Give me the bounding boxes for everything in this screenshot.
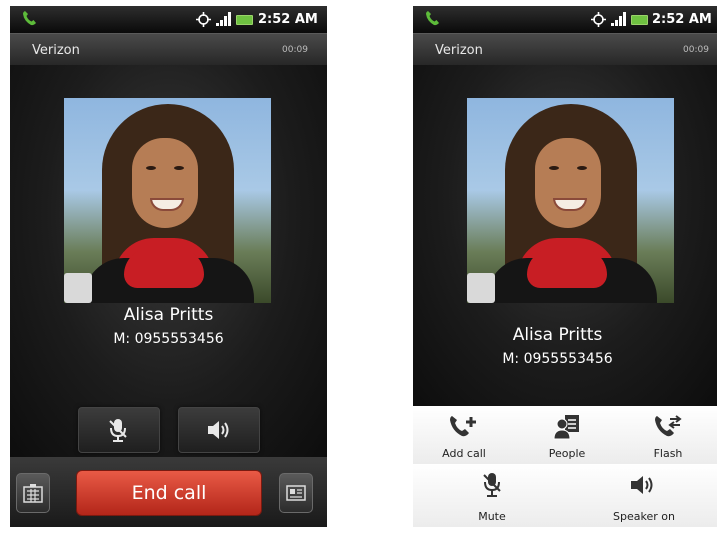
carrier-name: Verizon <box>435 43 483 58</box>
flash-icon <box>655 415 682 437</box>
speaker-icon <box>631 476 653 494</box>
contact-name: Alisa Pritts <box>123 305 214 325</box>
in-call-screen-right: 2:52 AM Verizon 00:09 Alisa Pritts M: 09… <box>413 6 717 527</box>
mute-option-button[interactable]: Mute <box>413 464 572 527</box>
people-icon <box>553 415 579 440</box>
status-bar: 2:52 AM <box>413 6 717 33</box>
speaker-label: Speaker on <box>613 510 675 523</box>
flash-button[interactable]: Flash <box>619 406 717 465</box>
call-info-area: Alisa Pritts M: 0955553456 <box>413 65 717 406</box>
people-label: People <box>548 447 586 460</box>
contact-card-button[interactable] <box>279 473 313 513</box>
people-button[interactable]: People <box>515 406 620 465</box>
carrier-bar: Verizon 00:09 <box>10 33 327 66</box>
contact-number: M: 0955553456 <box>502 351 613 367</box>
call-info-area: Alisa Pritts M: 0955553456 <box>10 65 327 457</box>
in-call-screen-left: 2:52 AM Verizon 00:09 Alisa Pritts M: 09… <box>10 6 327 527</box>
contact-card-icon <box>286 485 306 501</box>
status-bar: 2:52 AM <box>10 6 327 33</box>
speaker-icon <box>208 421 229 439</box>
carrier-name: Verizon <box>32 43 80 58</box>
call-duration: 00:09 <box>683 45 709 55</box>
contact-name: Alisa Pritts <box>512 325 603 345</box>
call-duration: 00:09 <box>282 45 308 55</box>
add-call-icon <box>450 416 476 437</box>
end-call-button[interactable]: End call <box>76 470 262 516</box>
speaker-option-button[interactable]: Speaker on <box>571 464 717 527</box>
microphone-icon <box>109 419 127 442</box>
carrier-bar: Verizon 00:09 <box>413 33 717 66</box>
mute-label: Mute <box>478 510 506 523</box>
bottom-bar: End call <box>10 457 327 527</box>
mute-button[interactable] <box>78 407 160 453</box>
microphone-icon <box>483 473 501 497</box>
phone-icon <box>426 11 439 26</box>
flash-label: Flash <box>653 447 683 460</box>
dialpad-button[interactable] <box>16 473 50 513</box>
add-call-button[interactable]: Add call <box>413 406 516 465</box>
speaker-button[interactable] <box>178 407 260 453</box>
phone-icon <box>23 11 36 26</box>
gps-target-icon <box>591 12 606 27</box>
battery-icon <box>631 15 648 25</box>
call-options-panel: Add call People Flash Mute Speaker on <box>413 406 717 527</box>
add-call-label: Add call <box>442 447 486 460</box>
signal-icon <box>611 12 626 26</box>
dialpad-icon <box>23 484 43 503</box>
battery-icon <box>236 15 253 25</box>
status-time: 2:52 AM <box>652 12 712 27</box>
contact-photo <box>467 98 674 303</box>
status-time: 2:52 AM <box>258 12 318 27</box>
contact-photo <box>64 98 271 303</box>
signal-icon <box>216 12 231 26</box>
gps-target-icon <box>196 12 211 27</box>
contact-number: M: 0955553456 <box>113 331 224 347</box>
